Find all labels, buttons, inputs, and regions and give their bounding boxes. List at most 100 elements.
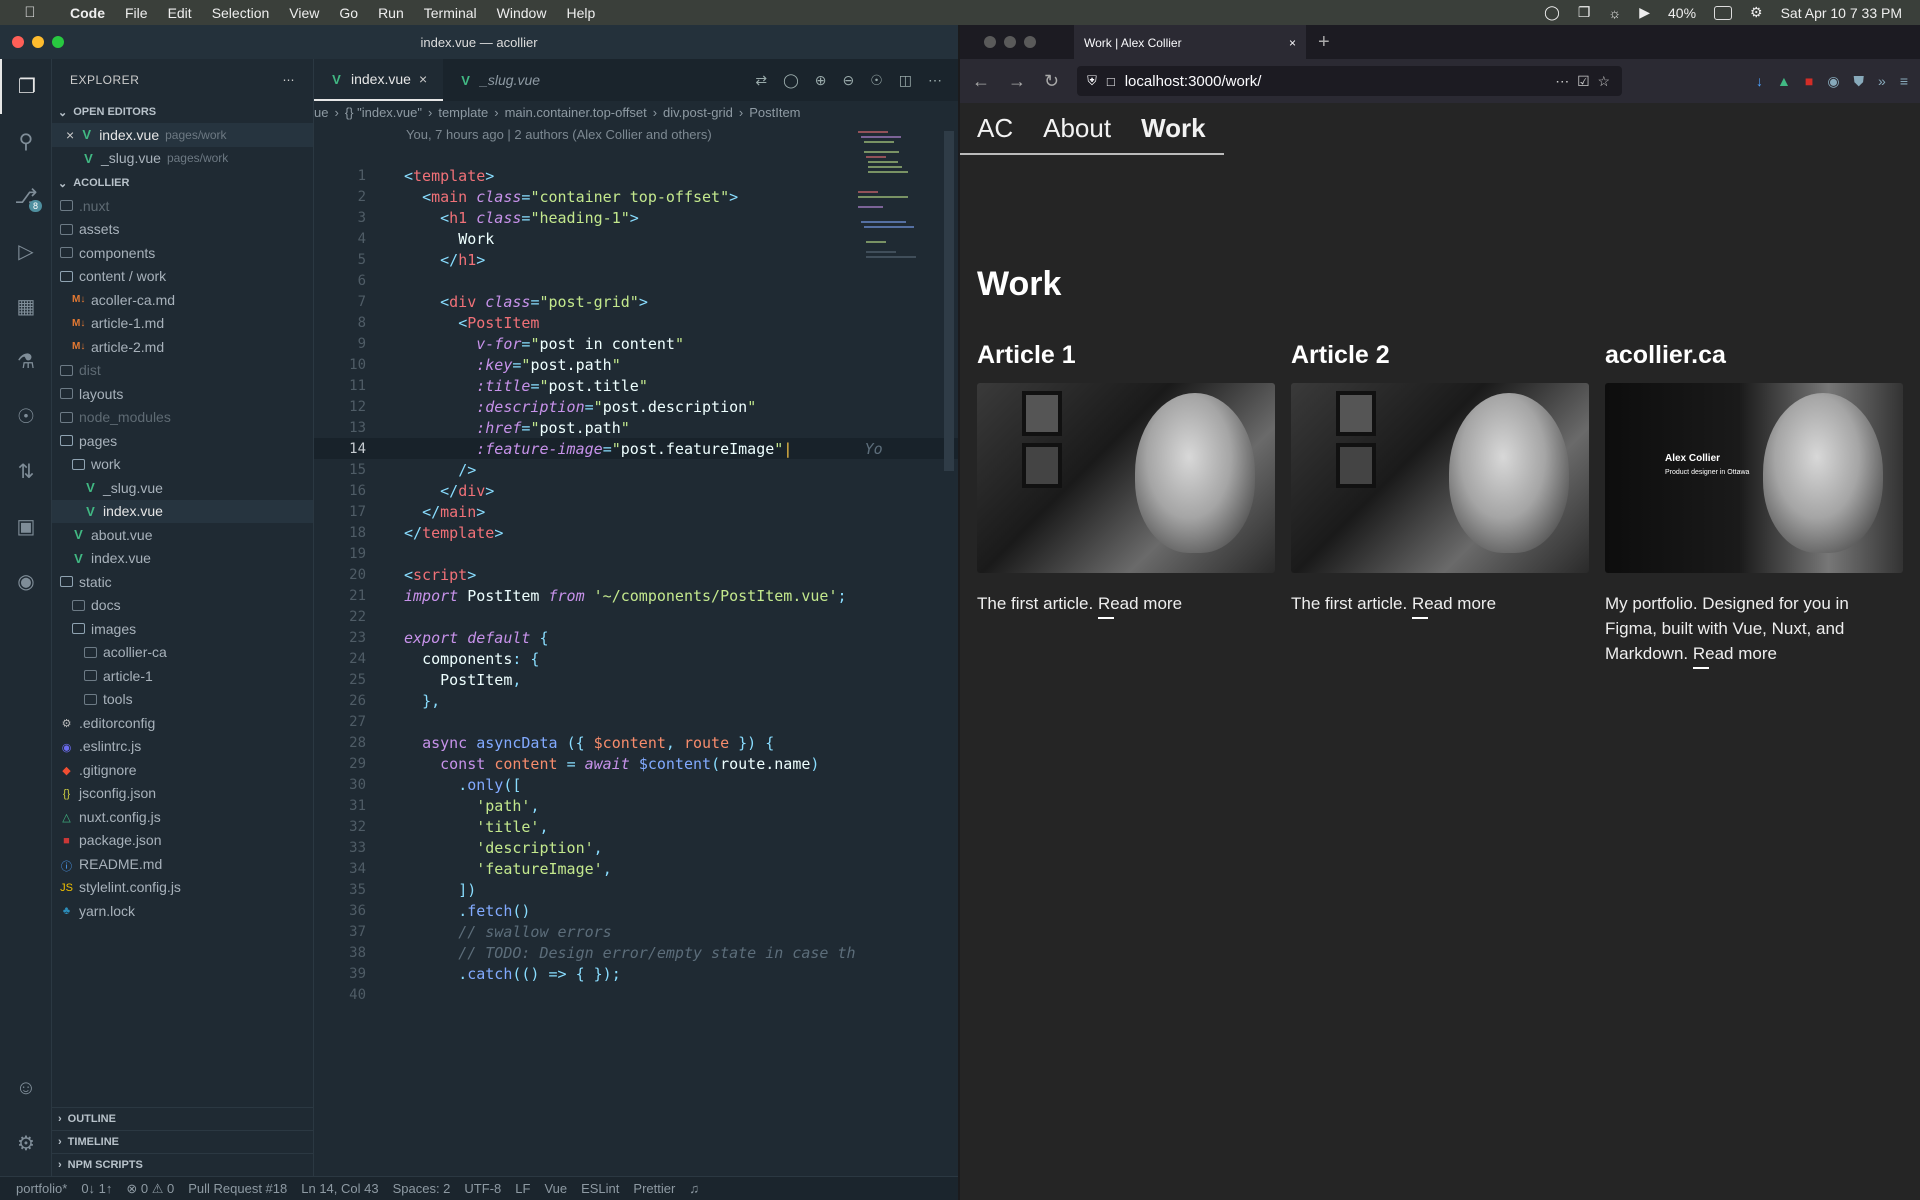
menu-file[interactable]: File xyxy=(115,5,158,21)
post-card[interactable]: acollier.ca Alex Collier Product designe… xyxy=(1605,341,1903,666)
ublock-icon[interactable]: ⛊ xyxy=(1854,73,1865,90)
read-more-link[interactable]: Read more xyxy=(1693,644,1777,663)
menu-go[interactable]: Go xyxy=(329,5,368,21)
read-more-link[interactable]: Read more xyxy=(1412,594,1496,613)
menu-run[interactable]: Run xyxy=(368,5,414,21)
file-tree-item[interactable]: article-1 xyxy=(52,664,313,688)
menu-edit[interactable]: Edit xyxy=(158,5,202,21)
browser-tab-work[interactable]: Work | Alex Collier × xyxy=(1074,25,1306,59)
file-tree-item[interactable]: node_modules xyxy=(52,406,313,430)
open-changes-icon[interactable]: ⇄ xyxy=(755,72,767,89)
post-title[interactable]: acollier.ca xyxy=(1605,341,1903,369)
eslint-status[interactable]: ESLint xyxy=(581,1181,619,1196)
file-tree-item[interactable]: content / work xyxy=(52,265,313,289)
breadcrumb-item[interactable]: div.post-grid xyxy=(663,105,733,120)
post-title[interactable]: Article 2 xyxy=(1291,341,1589,369)
brightness-icon[interactable]: ☼ xyxy=(1608,5,1621,21)
nav-about-link[interactable]: About xyxy=(1043,113,1111,144)
close-window-button[interactable] xyxy=(984,36,996,48)
vertical-scrollbar[interactable] xyxy=(944,131,954,471)
menu-app[interactable]: Code xyxy=(60,5,115,21)
open-editors-section[interactable]: ⌄ OPEN EDITORS xyxy=(52,101,313,123)
tab-slug-vue[interactable]: V _slug.vue xyxy=(443,59,556,101)
explorer-icon[interactable]: ❐ xyxy=(0,59,52,114)
run-debug-icon[interactable]: ▷ xyxy=(0,224,52,279)
extension-icon[interactable]: ◉ xyxy=(1827,73,1839,90)
file-tree-item[interactable]: pages xyxy=(52,429,313,453)
control-center-icon[interactable]: ⚙ xyxy=(1750,4,1763,21)
post-card[interactable]: Article 1 The first article. Read more xyxy=(977,341,1275,616)
read-more-link[interactable]: Read more xyxy=(1098,594,1182,613)
file-tree-item[interactable]: ◆ .gitignore xyxy=(52,758,313,782)
pull-request-icon[interactable]: ⇅ xyxy=(0,444,52,499)
tracking-protection-icon[interactable]: ⛨ xyxy=(1087,73,1097,89)
gitlens-icon[interactable]: ☉ xyxy=(0,389,52,444)
file-tree-item[interactable]: M↓ article-2.md xyxy=(52,335,313,359)
code-editor[interactable]: 1 <template> 2 <main class="container top… xyxy=(314,165,958,1176)
account-icon[interactable]: ☺ xyxy=(0,1061,52,1116)
file-tree-item[interactable]: Vindex.vue xyxy=(52,499,313,523)
post-feature-image[interactable] xyxy=(1291,383,1589,573)
file-tree-item[interactable]: ⓘ README.md xyxy=(52,852,313,876)
file-tree-item[interactable]: docs xyxy=(52,594,313,618)
file-tree-item[interactable]: V _slug.vue xyxy=(52,476,313,500)
battery-icon[interactable] xyxy=(1714,5,1733,20)
battery-percent[interactable]: 40% xyxy=(1668,5,1696,21)
close-icon[interactable]: × xyxy=(1289,36,1296,50)
page-info-icon[interactable]: □ xyxy=(1107,74,1115,89)
menu-help[interactable]: Help xyxy=(556,5,605,21)
eol-status[interactable]: LF xyxy=(515,1181,530,1196)
file-tree-item[interactable]: acollier-ca xyxy=(52,641,313,665)
play-icon[interactable]: ▶ xyxy=(1639,4,1650,21)
apple-icon[interactable]:  xyxy=(0,4,60,21)
minimize-window-button[interactable] xyxy=(1004,36,1016,48)
file-tree-item[interactable]: components xyxy=(52,241,313,265)
url-bar[interactable]: ⛨ □ localhost:3000/work/ ⋯ ☑ ☆ xyxy=(1077,66,1623,96)
creative-cloud-icon[interactable]: ◯ xyxy=(1544,4,1560,21)
outline-section[interactable]: › OUTLINE xyxy=(52,1107,313,1130)
testing-icon[interactable]: ⚗ xyxy=(0,334,52,389)
breadcrumb-item[interactable]: PostItem xyxy=(749,105,800,120)
settings-gear-icon[interactable]: ⚙ xyxy=(0,1116,52,1171)
close-icon[interactable]: × xyxy=(419,71,427,87)
file-tree-item[interactable]: layouts xyxy=(52,382,313,406)
breadcrumb-item[interactable]: template xyxy=(438,105,488,120)
file-tree-item[interactable]: M↓ article-1.md xyxy=(52,312,313,336)
file-tree-item[interactable]: static xyxy=(52,570,313,594)
pull-request-status[interactable]: Pull Request #18 xyxy=(188,1181,287,1196)
file-tree-item[interactable]: {} jsconfig.json xyxy=(52,782,313,806)
project-section[interactable]: ⌄ ACOLLIER xyxy=(52,172,313,194)
notifications-icon[interactable]: ♫ xyxy=(689,1181,699,1196)
open-editor-item[interactable]: V _slug.vue pages/work xyxy=(52,147,313,171)
language-mode[interactable]: Vue xyxy=(544,1181,567,1196)
forward-icon[interactable]: → xyxy=(1008,71,1026,92)
lastpass-icon[interactable]: ■ xyxy=(1805,73,1813,90)
page-actions-icon[interactable]: ⋯ ☑ ☆ xyxy=(1555,73,1612,90)
more-actions-icon[interactable]: ⋯ xyxy=(283,73,296,87)
problems-status[interactable]: ⊗ 0 ⚠ 0 xyxy=(126,1181,174,1197)
menubar-clock[interactable]: Sat Apr 10 7 33 PM xyxy=(1781,5,1902,21)
source-control-icon[interactable]: ⎇ 8 xyxy=(0,169,52,224)
hamburger-menu-icon[interactable]: ≡ xyxy=(1900,73,1908,90)
menu-window[interactable]: Window xyxy=(487,5,557,21)
npm-scripts-section[interactable]: › NPM SCRIPTS xyxy=(52,1153,313,1176)
minimap[interactable] xyxy=(858,131,918,291)
breadcrumb-item[interactable]: {} "index.vue" xyxy=(345,105,422,120)
post-title[interactable]: Article 1 xyxy=(977,341,1275,369)
branch-status[interactable]: portfolio* xyxy=(16,1181,67,1196)
git-compare-icon[interactable]: ◯ xyxy=(783,72,799,89)
breadcrumb-item[interactable]: main.container.top-offset xyxy=(505,105,647,120)
back-icon[interactable]: ← xyxy=(972,71,990,92)
open-editor-item[interactable]: × V index.vue pages/work xyxy=(52,123,313,147)
reload-icon[interactable]: ↻ xyxy=(1044,71,1059,92)
menu-selection[interactable]: Selection xyxy=(202,5,280,21)
search-icon[interactable]: ⚲ xyxy=(0,114,52,169)
file-tree-item[interactable]: Vabout.vue xyxy=(52,523,313,547)
screens-icon[interactable]: ❐ xyxy=(1578,4,1591,21)
tab-index-vue[interactable]: V index.vue × xyxy=(314,59,444,101)
file-tree-item[interactable]: assets xyxy=(52,218,313,242)
file-tree-item[interactable]: work xyxy=(52,453,313,477)
file-tree-item[interactable]: △ nuxt.config.js xyxy=(52,805,313,829)
remote-explorer-icon[interactable]: ▣ xyxy=(0,499,52,554)
file-tree-item[interactable]: images xyxy=(52,617,313,641)
